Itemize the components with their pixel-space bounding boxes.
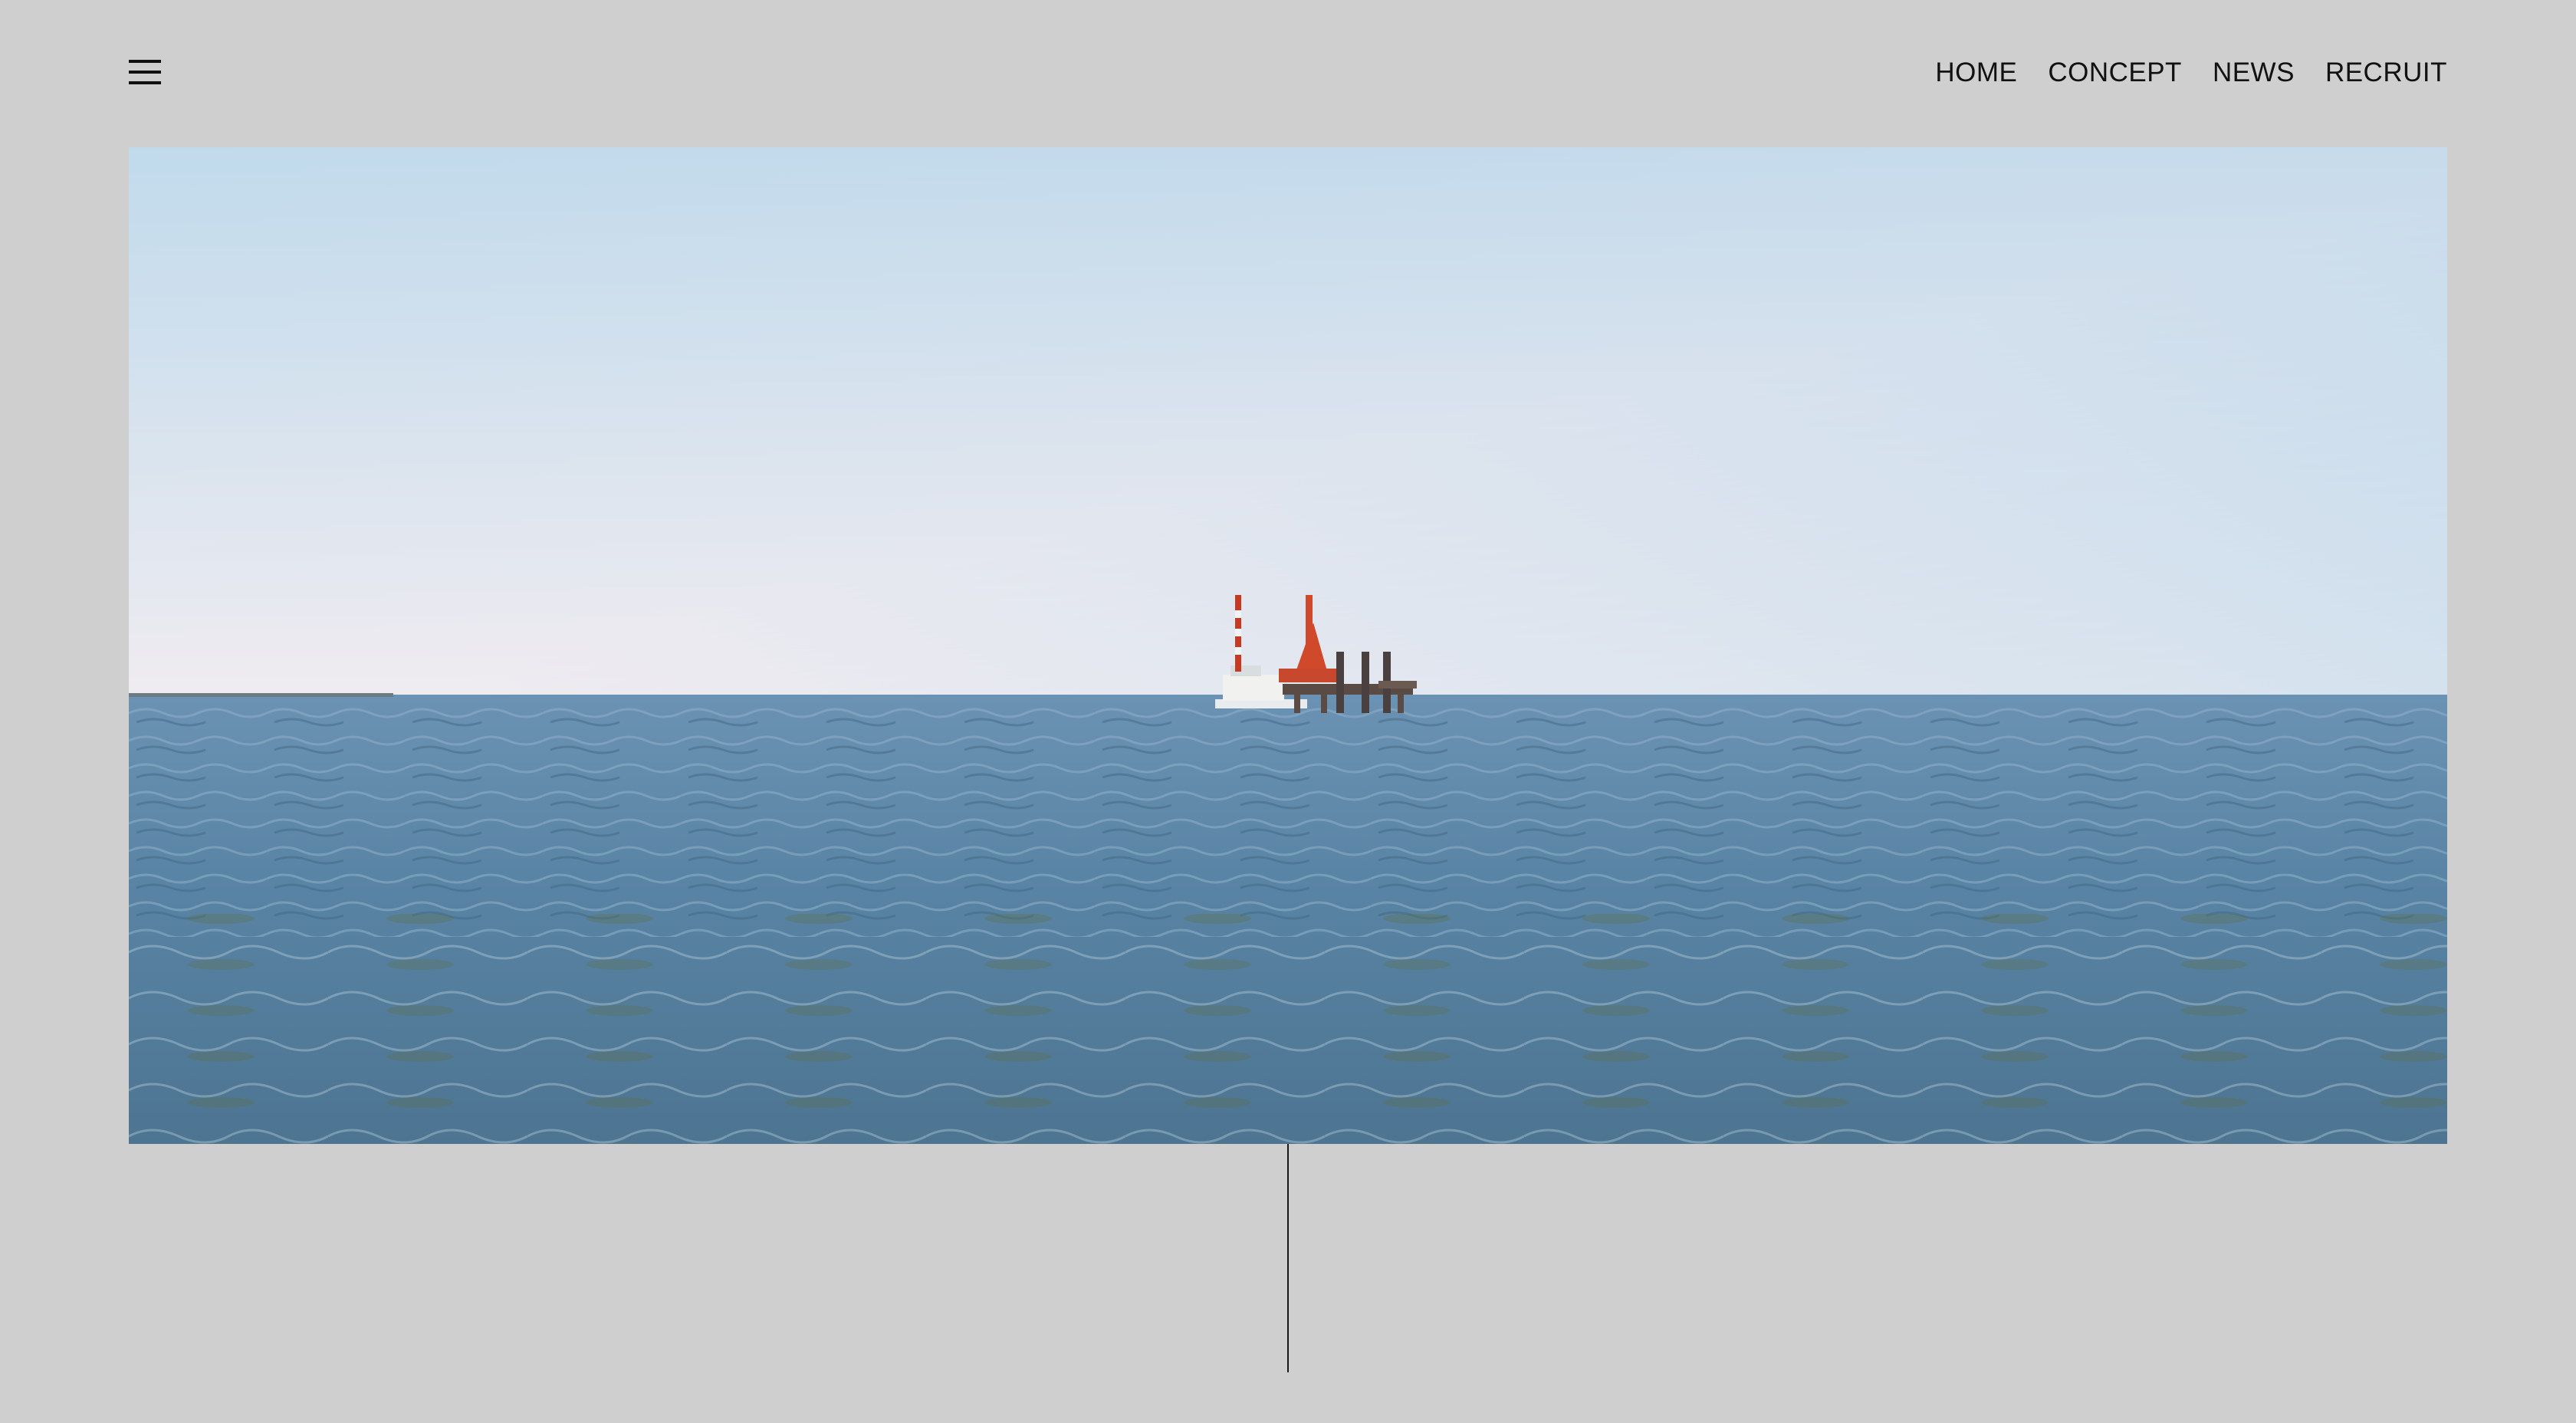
nav-concept-link[interactable]: CONCEPT [2048, 55, 2182, 90]
menu-bar [129, 81, 161, 84]
main-nav: HOME CONCEPT NEWS RECRUIT [1935, 55, 2447, 90]
scroll-indicator-line [1287, 1144, 1289, 1372]
menu-bar [129, 60, 161, 63]
nav-recruit-link[interactable]: RECRUIT [2325, 55, 2447, 90]
page: HOME CONCEPT NEWS RECRUIT [0, 0, 2576, 1423]
nav-news-link[interactable]: NEWS [2213, 55, 2295, 90]
hero-image [129, 147, 2447, 1144]
hamburger-menu-icon[interactable] [129, 58, 161, 86]
menu-bar [129, 71, 161, 74]
distant-shoreline [129, 693, 393, 697]
seascape-photo [129, 147, 2447, 1144]
nav-home-link[interactable]: HOME [1935, 55, 2017, 90]
